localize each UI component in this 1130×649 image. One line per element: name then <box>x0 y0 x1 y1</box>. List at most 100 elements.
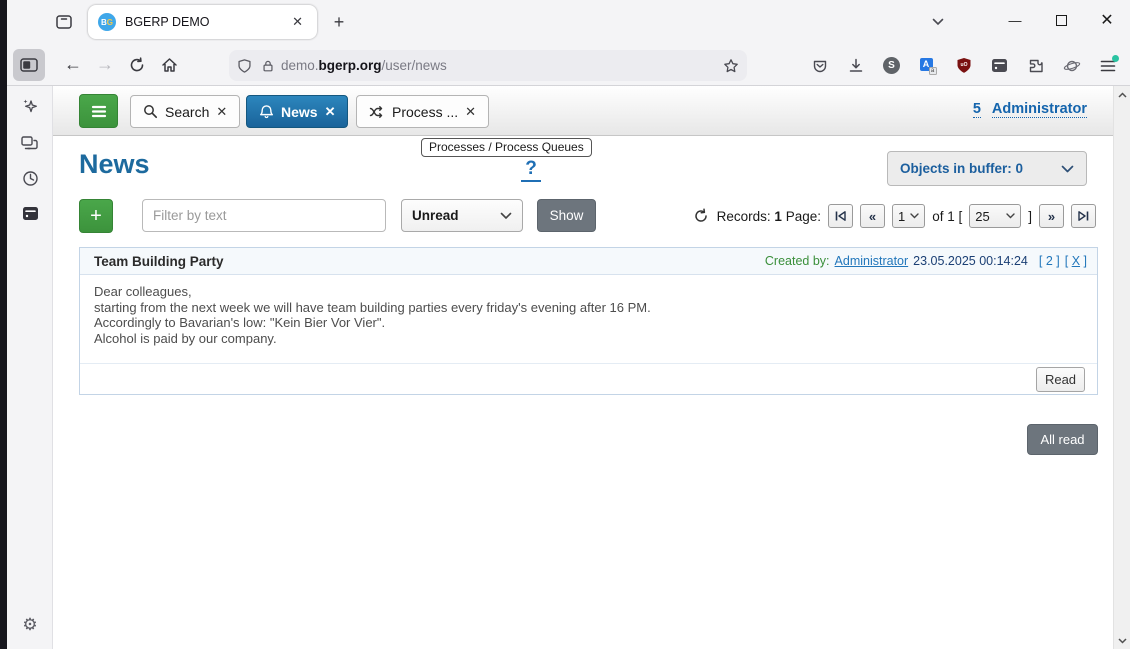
url-bar[interactable]: demo.bgerp.org/user/news <box>229 50 747 81</box>
news-item-meta: Created by: Administrator 23.05.2025 00:… <box>765 254 1087 268</box>
tab-process[interactable]: Process ... ✕ <box>356 95 489 128</box>
of-pages-label: of 1 [ <box>932 209 962 224</box>
tab-news-label: News <box>281 104 318 120</box>
new-tab-button[interactable]: + <box>327 10 351 34</box>
window-edge <box>0 0 7 649</box>
history-clock-icon[interactable] <box>14 162 46 194</box>
tab-news-close-icon[interactable]: ✕ <box>325 104 336 120</box>
extensions-puzzle-icon[interactable] <box>1021 51 1050 80</box>
scroll-up-icon[interactable] <box>1114 86 1130 103</box>
news-close-link[interactable]: X <box>1072 254 1080 268</box>
app-toolbar: Search ✕ News ✕ Process ... ✕ 5 Administ… <box>53 86 1113 136</box>
planet-extension-icon[interactable] <box>1057 51 1086 80</box>
tab-overview-icon[interactable] <box>49 7 79 37</box>
refresh-icon[interactable] <box>692 207 710 225</box>
bgerp-page: Search ✕ News ✕ Process ... ✕ 5 Administ… <box>53 86 1113 649</box>
created-timestamp: 23.05.2025 00:14:24 <box>913 254 1028 268</box>
news-body-line: Dear colleagues, <box>94 284 1083 300</box>
page-number-select[interactable]: 1 <box>892 204 925 228</box>
news-item-body: Dear colleagues, starting from the next … <box>80 275 1097 363</box>
browser-tab[interactable]: BG BGERP DEMO ✕ <box>88 5 317 39</box>
prev-page-button[interactable]: « <box>860 204 885 228</box>
window-controls: — ✕ <box>992 0 1130 40</box>
synced-tabs-icon[interactable] <box>14 127 46 159</box>
reload-button[interactable] <box>121 49 153 81</box>
back-button[interactable]: ← <box>57 49 89 81</box>
menu-hamburger-icon[interactable] <box>1093 51 1122 80</box>
news-item-header: Team Building Party Created by: Administ… <box>80 248 1097 275</box>
first-page-icon <box>835 211 846 221</box>
firefox-sidebar: ⚙ <box>7 86 53 649</box>
card-extension-icon[interactable] <box>985 51 1014 80</box>
news-item-title: Team Building Party <box>94 254 224 269</box>
bookmark-star-icon[interactable] <box>723 58 739 74</box>
user-links: 5 Administrator <box>973 101 1087 118</box>
storage-card-icon[interactable] <box>14 197 46 229</box>
sparkle-ai-icon[interactable] <box>14 90 46 122</box>
first-page-button[interactable] <box>828 204 853 228</box>
show-button[interactable]: Show <box>537 199 596 232</box>
chevron-down-icon <box>500 212 512 220</box>
forward-button: → <box>89 49 121 81</box>
shield-icon[interactable] <box>237 58 252 74</box>
notification-dot <box>1112 55 1119 62</box>
chevron-down-icon <box>1006 213 1015 219</box>
user-id-link[interactable]: 5 <box>973 101 981 118</box>
chevron-down-icon <box>1061 165 1074 173</box>
last-page-button[interactable] <box>1071 204 1096 228</box>
objects-in-buffer-button[interactable]: Objects in buffer: 0 <box>887 151 1087 186</box>
close-window-button[interactable]: ✕ <box>1084 0 1130 40</box>
tab-search[interactable]: Search ✕ <box>130 95 240 128</box>
bracket-close-label: ] <box>1028 209 1032 224</box>
translate-extension-icon[interactable]: Aa <box>913 51 942 80</box>
search-icon <box>143 104 158 119</box>
tab-process-label: Process ... <box>392 104 458 120</box>
lock-icon[interactable] <box>261 58 275 74</box>
last-page-icon <box>1078 211 1089 221</box>
news-body-line: Alcohol is paid by our company. <box>94 331 1083 347</box>
help-link[interactable]: ? <box>521 158 541 182</box>
tab-news[interactable]: News ✕ <box>246 95 348 128</box>
site-favicon: BG <box>98 13 116 31</box>
author-link[interactable]: Administrator <box>835 254 909 268</box>
pocket-icon[interactable] <box>805 51 834 80</box>
read-button[interactable]: Read <box>1036 367 1085 392</box>
scroll-down-icon[interactable] <box>1114 632 1130 649</box>
tab-title: BGERP DEMO <box>125 15 288 29</box>
tab-search-label: Search <box>165 104 209 120</box>
toolbar-extensions: S Aa uO <box>805 50 1122 81</box>
maximize-button[interactable] <box>1038 0 1084 40</box>
created-by-label: Created by: <box>765 254 830 268</box>
news-item-footer: Read <box>80 363 1097 394</box>
app-menu-button[interactable] <box>79 94 118 128</box>
news-body-line: starting from the next week we will have… <box>94 300 1083 316</box>
all-read-button[interactable]: All read <box>1027 424 1098 455</box>
settings-gear-icon[interactable]: ⚙ <box>14 609 46 641</box>
page-title: News <box>79 149 150 180</box>
downloads-icon[interactable] <box>841 51 870 80</box>
records-label: Records: 1 Page: <box>717 209 821 224</box>
news-close-wrap: [ X ] <box>1065 254 1087 268</box>
url-text: demo.bgerp.org/user/news <box>281 58 723 73</box>
ublock-origin-icon[interactable]: uO <box>949 51 978 80</box>
add-news-button[interactable]: + <box>79 199 113 233</box>
home-button[interactable] <box>153 49 185 81</box>
tab-process-close-icon[interactable]: ✕ <box>465 104 476 120</box>
user-name-link[interactable]: Administrator <box>992 101 1087 118</box>
chevron-down-icon <box>910 213 919 219</box>
tab-search-close-icon[interactable]: ✕ <box>216 104 227 120</box>
tab-close-icon[interactable]: ✕ <box>288 12 307 32</box>
minimize-button[interactable]: — <box>992 0 1038 40</box>
bell-icon <box>259 104 274 120</box>
filter-text-input[interactable] <box>142 199 386 232</box>
next-page-button[interactable]: » <box>1039 204 1064 228</box>
tab-list-chevron-icon[interactable] <box>925 10 951 34</box>
status-select[interactable]: Unread <box>401 199 523 232</box>
browser-nav-bar: ← → demo.bgerp.org/user/news <box>7 44 1130 86</box>
sidebar-toggle-button[interactable] <box>13 49 45 81</box>
page-size-select[interactable]: 25 <box>969 204 1021 228</box>
shuffle-icon <box>369 105 385 119</box>
s-extension-icon[interactable]: S <box>877 51 906 80</box>
page-scrollbar[interactable] <box>1113 86 1130 649</box>
news-body-line: Accordingly to Bavarian's low: "Kein Bie… <box>94 315 1083 331</box>
